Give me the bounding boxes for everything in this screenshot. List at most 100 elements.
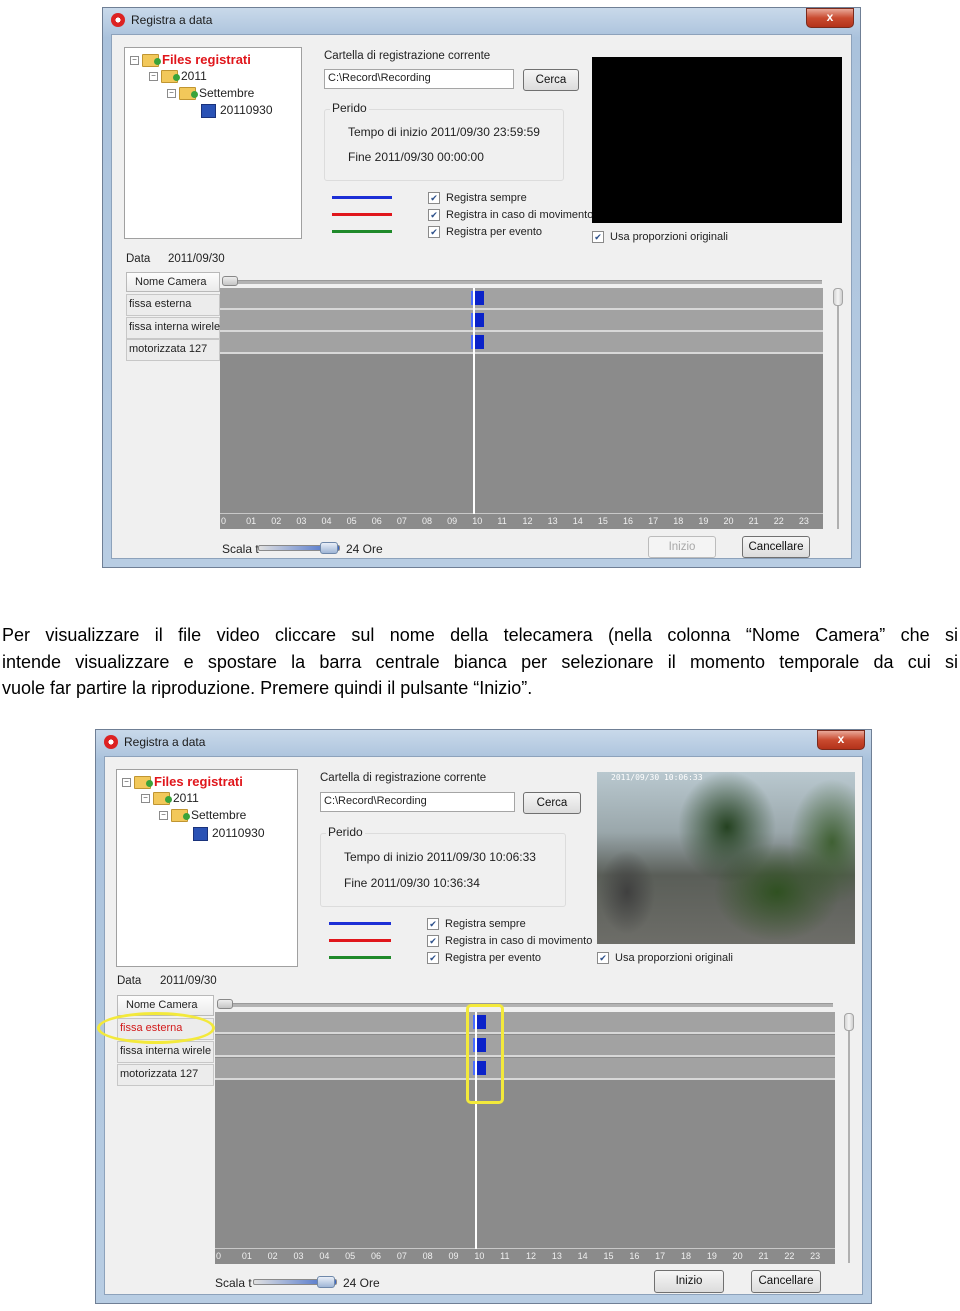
files-tree[interactable]: − Files registrati −2011 − Settembre 20110… <box>124 47 302 239</box>
video-file-icon <box>193 826 208 841</box>
start-time: Tempo di inizio 2011/09/30 10:06:33 <box>344 850 536 864</box>
timeline-row[interactable] <box>220 310 823 332</box>
hour-tick-label: 13 <box>547 516 558 526</box>
hour-tick-label: 01 <box>241 1251 252 1261</box>
timeline-row[interactable] <box>220 288 823 310</box>
hour-tick-label: 19 <box>698 516 709 526</box>
timeline-row[interactable] <box>215 1012 835 1034</box>
folder-path-field[interactable]: C:\Record\Recording <box>324 69 514 89</box>
time-cursor[interactable] <box>473 288 476 514</box>
start-button[interactable]: Inizio <box>648 536 716 558</box>
collapse-icon[interactable]: − <box>149 72 158 82</box>
hour-tick-label: 21 <box>748 516 759 526</box>
highlight-camera-name <box>97 1012 215 1044</box>
scrollbar-track[interactable] <box>837 295 839 529</box>
hour-tick-label: 20 <box>723 516 734 526</box>
time-slider-track[interactable] <box>224 280 822 284</box>
legend-line-green <box>329 956 391 959</box>
time-slider-track[interactable] <box>219 1003 833 1007</box>
scrollbar-thumb[interactable] <box>833 288 843 306</box>
hour-tick-label: 07 <box>396 516 407 526</box>
collapse-icon[interactable]: − <box>141 794 150 804</box>
browse-button[interactable]: Cerca <box>523 792 581 814</box>
scrollbar-thumb[interactable] <box>844 1013 854 1031</box>
check-icon[interactable]: ✔ <box>428 192 440 205</box>
legend-line-red <box>332 213 392 216</box>
hour-tick-label: 15 <box>603 1251 614 1261</box>
check-icon[interactable]: ✔ <box>428 226 440 239</box>
checkbox-motion[interactable]: ✔ Registra in caso di movimento <box>427 935 592 948</box>
collapse-icon[interactable]: − <box>130 56 139 66</box>
folder-path-field[interactable]: C:\Record\Recording <box>320 792 515 812</box>
check-icon[interactable]: ✔ <box>592 231 604 244</box>
date-value: 2011/09/30 <box>168 253 225 265</box>
close-button[interactable]: x <box>817 730 865 750</box>
hour-tick-label: 15 <box>597 516 608 526</box>
title-bar[interactable]: Registra a data x <box>96 730 871 756</box>
tree-node-month[interactable]: − Settembre <box>159 808 246 823</box>
hour-tick-label: 12 <box>522 516 533 526</box>
checkbox-keep-ratio[interactable]: ✔ Usa proporzioni originali <box>592 231 728 244</box>
hour-tick-label: 04 <box>321 516 332 526</box>
browse-button[interactable]: Cerca <box>523 69 579 91</box>
date-label: Data <box>126 253 151 265</box>
checkbox-always[interactable]: ✔ Registra sempre <box>427 918 526 931</box>
tree-node-day[interactable]: 20110930 <box>193 826 265 841</box>
timeline-row[interactable] <box>215 1035 835 1057</box>
collapse-icon[interactable]: − <box>122 778 131 788</box>
check-icon[interactable]: ✔ <box>597 952 609 965</box>
tree-node-year[interactable]: −2011 <box>149 69 207 84</box>
checkbox-event[interactable]: ✔ Registra per evento <box>428 226 542 239</box>
time-slider-thumb[interactable] <box>217 999 233 1009</box>
cancel-button[interactable]: Cancellare <box>742 536 810 558</box>
checkbox-motion[interactable]: ✔ Registra in caso di movimento <box>428 209 593 222</box>
checkbox-event[interactable]: ✔ Registra per evento <box>427 952 541 965</box>
hour-tick-label: 18 <box>673 516 684 526</box>
hour-tick-label: 19 <box>706 1251 717 1261</box>
scrollbar-track[interactable] <box>848 1019 850 1263</box>
scale-slider-thumb[interactable] <box>320 542 338 554</box>
timeline[interactable]: 0 01 02 03 04 05 06 07 08 09 10 11 12 13 14 15 16 17 18 19 2… <box>220 288 823 529</box>
camera-column-header[interactable]: Nome Camera <box>126 272 220 292</box>
scale-slider-thumb[interactable] <box>317 1276 335 1288</box>
checkbox-keep-ratio[interactable]: ✔ Usa proporzioni originali <box>597 952 733 965</box>
timeline[interactable]: 0 01 02 03 04 05 06 07 08 09 10 11 12 13 14 15 16 17 18 19 2… <box>215 1012 835 1264</box>
camera-row[interactable]: fissa interna wirele <box>117 1041 214 1063</box>
title-bar[interactable]: Registra a data x <box>103 8 860 34</box>
cancel-button[interactable]: Cancellare <box>751 1270 821 1293</box>
checkbox-always[interactable]: ✔ Registra sempre <box>428 192 527 205</box>
folder-icon <box>171 809 190 823</box>
files-tree[interactable]: − Files registrati −2011 − Settembre 20110… <box>116 769 298 967</box>
collapse-icon[interactable]: − <box>159 811 168 821</box>
time-slider-thumb[interactable] <box>222 276 238 286</box>
hour-tick-label: 11 <box>500 1251 510 1261</box>
hour-tick-label: 13 <box>551 1251 562 1261</box>
folder-icon <box>134 776 153 790</box>
check-icon[interactable]: ✔ <box>427 935 439 948</box>
camera-row[interactable]: motorizzata 127 <box>126 339 220 361</box>
close-button[interactable]: x <box>806 8 854 28</box>
tree-node-day[interactable]: 20110930 <box>201 103 273 118</box>
hour-tick-label: 04 <box>319 1251 330 1261</box>
period-title: Perido <box>330 101 369 115</box>
check-icon[interactable]: ✔ <box>428 209 440 222</box>
collapse-icon[interactable]: − <box>167 89 176 99</box>
tree-node-year[interactable]: −2011 <box>141 791 199 806</box>
tree-root[interactable]: − Files registrati <box>130 52 251 68</box>
hour-tick-label: 21 <box>758 1251 769 1261</box>
check-icon[interactable]: ✔ <box>427 918 439 931</box>
camera-row[interactable]: fissa interna wirele <box>126 317 220 339</box>
start-button[interactable]: Inizio <box>654 1270 724 1293</box>
camera-row[interactable]: fissa esterna <box>126 294 220 316</box>
tree-node-month[interactable]: − Settembre <box>167 86 254 101</box>
timeline-row[interactable] <box>220 332 823 354</box>
camera-row[interactable]: motorizzata 127 <box>117 1064 214 1086</box>
check-icon[interactable]: ✔ <box>427 952 439 965</box>
date-value: 2011/09/30 <box>160 975 217 987</box>
end-time: Fine 2011/09/30 10:36:34 <box>344 876 480 890</box>
timeline-row[interactable] <box>215 1058 835 1080</box>
hour-tick-label: 05 <box>346 516 357 526</box>
hour-tick-label: 16 <box>629 1251 640 1261</box>
hour-tick-label: 08 <box>422 516 433 526</box>
tree-root[interactable]: − Files registrati <box>122 774 243 790</box>
